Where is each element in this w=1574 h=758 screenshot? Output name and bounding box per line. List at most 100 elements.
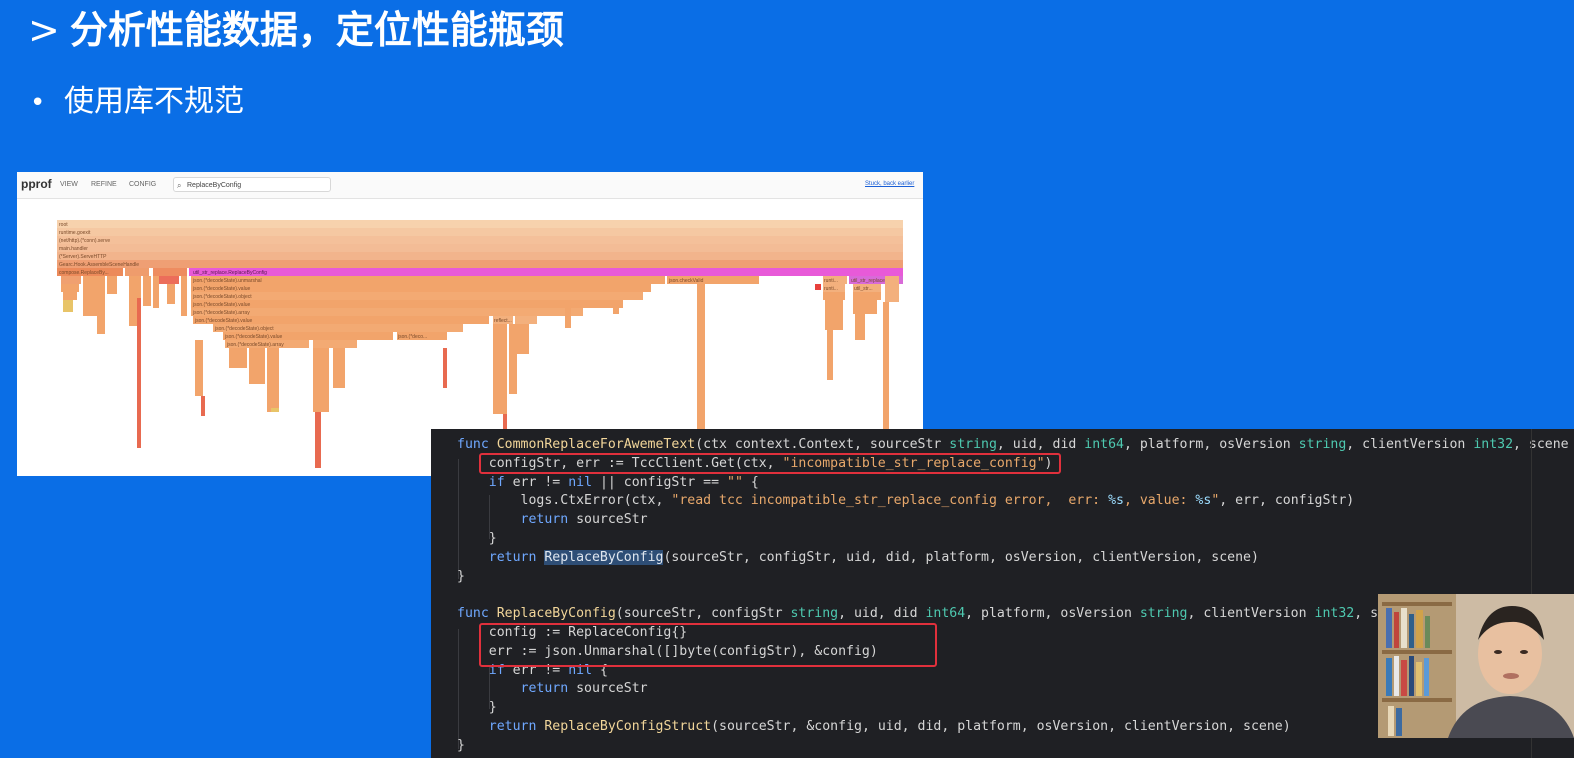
code-line: } — [457, 736, 465, 755]
flame-frame — [57, 260, 903, 268]
menu-view[interactable]: VIEW — [60, 181, 78, 188]
flame-label: json.(*decodeState).value — [224, 334, 282, 340]
code-line: return sourceStr — [457, 679, 648, 698]
code-line: return sourceStr — [457, 510, 648, 529]
flame-frame — [855, 314, 865, 340]
code-token: string — [1298, 437, 1347, 452]
code-token: } — [457, 737, 465, 753]
flame-frame — [565, 300, 571, 328]
code-token: , value: — [1123, 493, 1196, 509]
slide-bullet: • 使用库不规范 — [30, 80, 244, 124]
flame-frame — [61, 276, 81, 284]
flame-frame — [853, 292, 881, 300]
code-line: } — [457, 698, 497, 717]
flame-frame — [97, 276, 105, 334]
flame-frame — [143, 276, 151, 306]
flame-label: json.(*decodeState).value — [192, 302, 250, 308]
slide-title: > 分析性能数据，定位性能瓶颈 — [28, 4, 564, 56]
code-token: sourceStr — [568, 681, 648, 697]
title-chevron: > — [28, 8, 60, 52]
code-token: logs.CtxError(ctx, — [457, 493, 672, 509]
flame-frame — [191, 308, 583, 316]
code-token: int32 — [1473, 437, 1514, 452]
bullet-text: 使用库不规范 — [64, 84, 244, 119]
code-token: int32 — [1314, 606, 1355, 622]
flame-frame — [189, 268, 903, 276]
code-token: , clientVersion — [1187, 606, 1315, 622]
flame-frame — [191, 284, 651, 292]
presenter-video — [1378, 594, 1574, 738]
flame-frame — [517, 324, 529, 354]
code-token: } — [457, 531, 497, 546]
pprof-search-input[interactable]: ⌕ ReplaceByConfig — [173, 177, 331, 192]
code-token: "" — [727, 474, 743, 490]
code-token: %s — [1195, 493, 1212, 509]
code-line: return ReplaceByConfigStruct(sourceStr, … — [457, 717, 1291, 736]
code-token: if — [488, 474, 505, 490]
webcam-overlay — [1378, 594, 1574, 738]
flame-label: json.(*decodeState).value — [192, 286, 250, 292]
code-token: "read tcc incompatible_str_replace_confi… — [671, 493, 1109, 509]
code-token: (sourceStr, configStr — [615, 606, 791, 622]
flame-label: util_str_replace... — [851, 278, 889, 284]
flame-label: root — [59, 222, 68, 228]
search-icon: ⌕ — [177, 181, 182, 190]
code-token: func — [457, 606, 497, 622]
flame-label: util_str_replace.ReplaceByConfig — [193, 270, 267, 276]
code-line: if err != nil || configStr == "" { — [457, 473, 759, 492]
flame-frame — [333, 348, 345, 388]
flame-label: json.(*decodeState).object — [214, 326, 274, 332]
menu-config[interactable]: CONFIG — [129, 181, 156, 188]
code-token: nil — [568, 474, 593, 490]
code-token: , platform, osVersion — [1123, 437, 1299, 452]
flame-frame — [315, 412, 321, 468]
code-token: (sourceStr, &config, uid, did, platform,… — [711, 719, 1291, 734]
flame-frame — [125, 268, 149, 276]
bullet-dot: • — [30, 88, 46, 118]
code-token: func — [457, 437, 497, 452]
code-token: { — [742, 474, 759, 490]
flame-frame — [181, 276, 187, 316]
search-value: ReplaceByConfig — [187, 182, 242, 189]
flame-frame — [249, 348, 265, 384]
flame-frame — [827, 330, 833, 380]
code-line: } — [457, 529, 497, 548]
pprof-right-link[interactable]: Stuck, back earlier — [865, 181, 914, 187]
code-token: int64 — [1084, 437, 1124, 452]
flame-label: compose.ReplaceBy... — [59, 270, 109, 276]
code-token: ReplaceByConfig — [544, 549, 664, 565]
flame-label: runtime.goexit — [59, 230, 91, 236]
code-token: } — [457, 568, 465, 584]
flame-label: (net/http).(*conn).serve — [59, 238, 110, 244]
flame-frame — [57, 236, 903, 244]
menu-refine[interactable]: REFINE — [91, 181, 117, 188]
code-token: return — [520, 512, 569, 528]
flame-frame — [153, 268, 187, 276]
flame-frame — [153, 276, 159, 308]
code-line: func ReplaceByConfig(sourceStr, configSt… — [457, 604, 1426, 623]
flame-frame — [229, 348, 247, 368]
pprof-toolbar: pprof VIEW REFINE CONFIG ⌕ ReplaceByConf… — [17, 172, 923, 199]
code-line: return ReplaceByConfig(sourceStr, config… — [457, 548, 1259, 567]
flame-frame — [885, 276, 899, 302]
flame-label: main.handler — [59, 246, 88, 252]
code-token: (ctx context.Context, sourceStr — [695, 437, 950, 452]
flame-label: json.(*deco... — [397, 334, 427, 340]
code-token: (sourceStr, configStr, uid, did, platfor… — [663, 549, 1259, 565]
code-token: , platform, osVersion — [965, 606, 1140, 622]
flame-frame — [57, 220, 903, 228]
highlight-box-unmarshal — [479, 623, 937, 667]
code-token: , err, configStr) — [1219, 493, 1355, 509]
code-token: string — [1139, 606, 1188, 622]
code-line: } — [457, 567, 465, 586]
code-token: || configStr == — [592, 474, 727, 490]
flame-label: (*Server).ServeHTTP — [59, 254, 107, 260]
flame-frame — [443, 348, 447, 388]
flame-frame — [157, 276, 179, 284]
flame-label: Gearc.Hook.AssembleSceneHandle — [59, 262, 139, 268]
title-text: 分析性能数据，定位性能瓶颈 — [69, 8, 564, 52]
flame-label: runti... — [824, 286, 838, 292]
